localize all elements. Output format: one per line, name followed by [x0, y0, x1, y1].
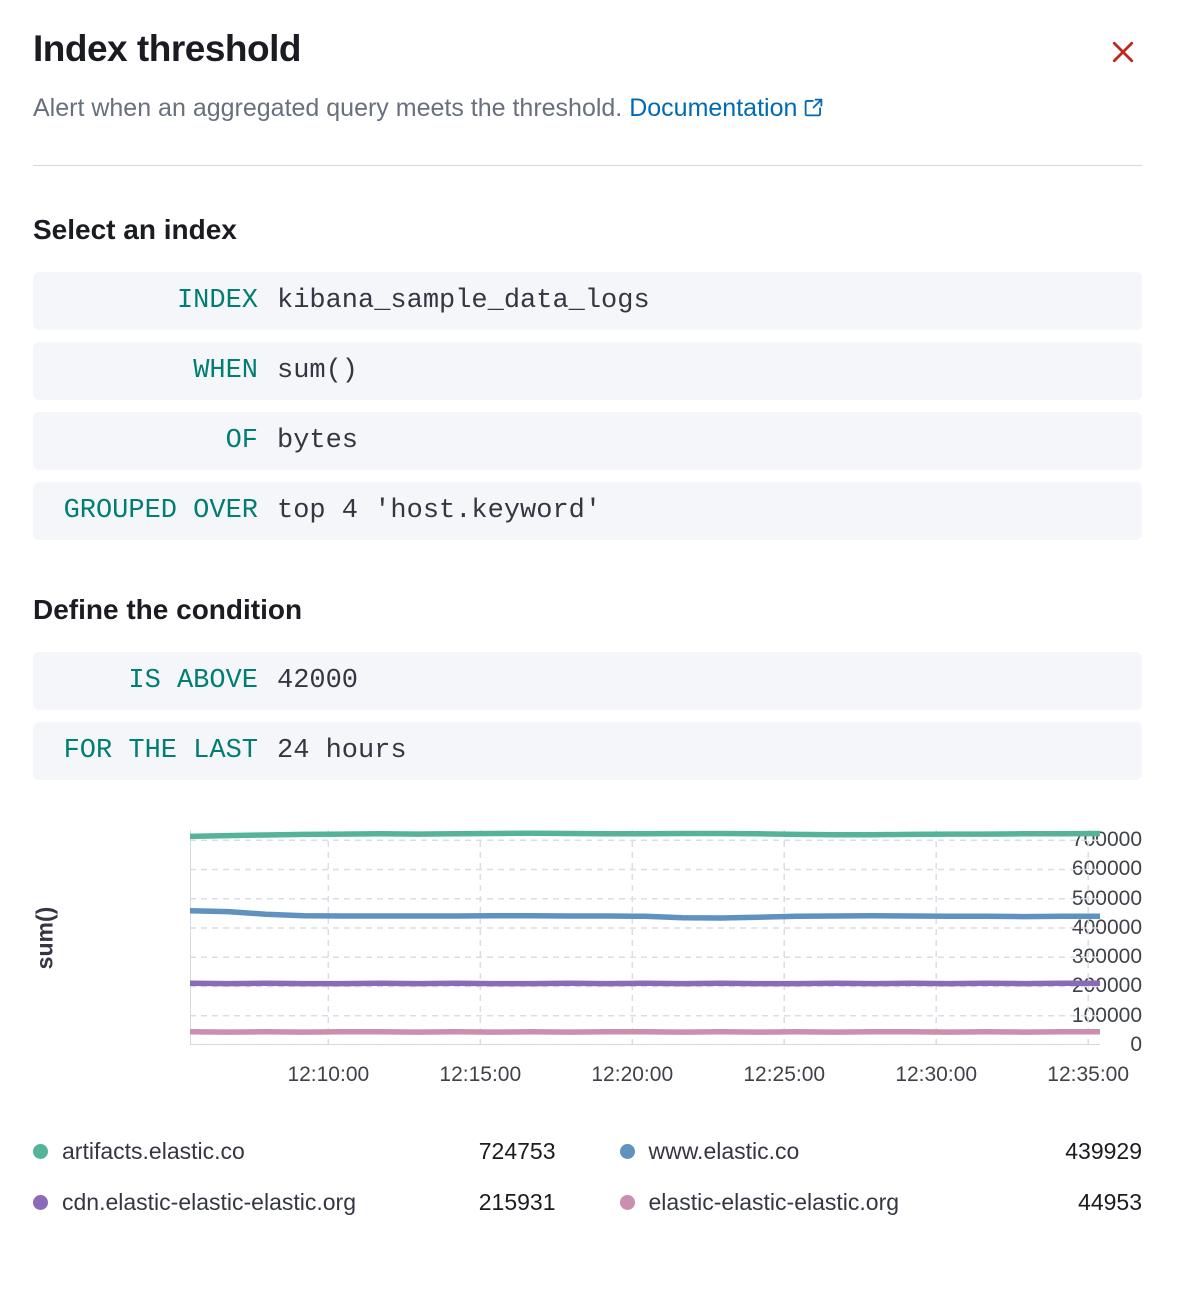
expression-value: 24 hours	[277, 736, 407, 766]
documentation-link[interactable]: Documentation	[629, 94, 824, 122]
expression-value: bytes	[277, 426, 358, 456]
subtitle: Alert when an aggregated query meets the…	[33, 94, 1142, 123]
condition-section: Define the condition IS ABOVE 42000 FOR …	[33, 594, 1142, 780]
of-expression[interactable]: OF bytes	[33, 412, 1142, 470]
legend-label: artifacts.elastic.co	[62, 1138, 245, 1165]
legend-value: 724753	[479, 1138, 556, 1165]
index-threshold-flyout: Index threshold Alert when an aggregated…	[0, 0, 1186, 1216]
legend-dot	[33, 1144, 48, 1159]
expression-keyword: GROUPED OVER	[33, 496, 258, 526]
x-axis-tick-label: 12:10:00	[248, 1063, 408, 1087]
expression-keyword: WHEN	[33, 356, 258, 386]
external-link-icon	[803, 97, 824, 118]
legend-dot	[33, 1195, 48, 1210]
legend-dot	[620, 1144, 635, 1159]
legend-label: elastic-elastic-elastic.org	[649, 1189, 900, 1216]
expression-value: sum()	[277, 356, 358, 386]
x-axis-tick-label: 12:15:00	[400, 1063, 560, 1087]
page-title: Index threshold	[33, 28, 1142, 70]
legend-label: www.elastic.co	[649, 1138, 800, 1165]
expression-keyword: FOR THE LAST	[33, 736, 258, 766]
legend-label: cdn.elastic-elastic-elastic.org	[62, 1189, 356, 1216]
x-axis-tick-label: 12:20:00	[552, 1063, 712, 1087]
expression-keyword: IS ABOVE	[33, 666, 258, 696]
select-index-section: Select an index INDEX kibana_sample_data…	[33, 214, 1142, 540]
legend-item: elastic-elastic-elastic.org 44953	[620, 1189, 1143, 1216]
legend-value: 44953	[1078, 1189, 1142, 1216]
expression-value: 42000	[277, 666, 358, 696]
x-axis-tick-label: 12:25:00	[704, 1063, 864, 1087]
flyout-header: Index threshold Alert when an aggregated…	[33, 0, 1142, 123]
subtitle-text: Alert when an aggregated query meets the…	[33, 94, 622, 122]
when-expression[interactable]: WHEN sum()	[33, 342, 1142, 400]
legend-item: cdn.elastic-elastic-elastic.org 215931	[33, 1189, 556, 1216]
threshold-expression[interactable]: IS ABOVE 42000	[33, 652, 1142, 710]
expression-keyword: OF	[33, 426, 258, 456]
expression-keyword: INDEX	[33, 286, 258, 316]
threshold-preview-chart: sum() 0100000200000300000400000500000600…	[33, 820, 1142, 1102]
legend-dot	[620, 1195, 635, 1210]
expression-value: kibana_sample_data_logs	[277, 286, 650, 316]
legend-value: 215931	[479, 1189, 556, 1216]
legend-value: 439929	[1065, 1138, 1142, 1165]
legend-item: artifacts.elastic.co 724753	[33, 1138, 556, 1165]
time-window-expression[interactable]: FOR THE LAST 24 hours	[33, 722, 1142, 780]
x-axis-tick-label: 12:35:00	[1008, 1063, 1168, 1087]
expression-value: top 4 'host.keyword'	[277, 496, 601, 526]
x-axis-tick-label: 12:30:00	[856, 1063, 1016, 1087]
grouped-over-expression[interactable]: GROUPED OVER top 4 'host.keyword'	[33, 482, 1142, 540]
index-expression[interactable]: INDEX kibana_sample_data_logs	[33, 272, 1142, 330]
close-button[interactable]	[1106, 36, 1140, 70]
select-index-heading: Select an index	[33, 214, 1142, 246]
divider	[33, 165, 1142, 166]
condition-heading: Define the condition	[33, 594, 1142, 626]
y-axis-title: sum()	[32, 907, 59, 970]
chart-plot-area	[190, 830, 1100, 1045]
legend-item: www.elastic.co 439929	[620, 1138, 1143, 1165]
chart-legend: artifacts.elastic.co 724753 www.elastic.…	[33, 1138, 1142, 1216]
close-icon	[1108, 37, 1138, 67]
